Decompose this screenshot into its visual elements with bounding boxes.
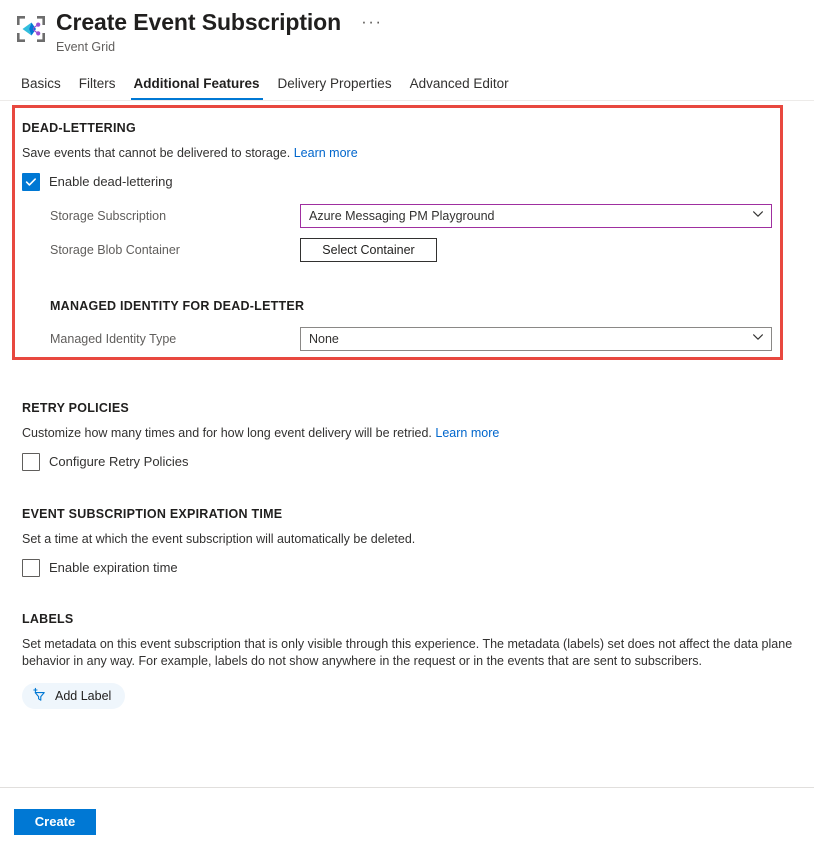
tab-basics[interactable]: Basics xyxy=(12,76,70,100)
tab-advanced-editor[interactable]: Advanced Editor xyxy=(401,76,518,100)
storage-subscription-dropdown[interactable]: Azure Messaging PM Playground xyxy=(300,204,772,228)
page-subtitle: Event Grid xyxy=(56,40,116,54)
tab-additional-features[interactable]: Additional Features xyxy=(125,76,269,100)
add-label-button[interactable]: Add Label xyxy=(22,683,126,709)
managed-identity-section-title: MANAGED IDENTITY FOR DEAD-LETTER xyxy=(50,299,305,313)
select-container-button[interactable]: Select Container xyxy=(300,238,437,262)
expiration-time-description: Set a time at which the event subscripti… xyxy=(22,532,416,546)
labels-title: LABELS xyxy=(22,612,74,626)
header-row: Create Event Subscription ··· Event Grid xyxy=(0,8,814,55)
chevron-down-icon xyxy=(752,207,764,225)
expiration-time-title: EVENT SUBSCRIPTION EXPIRATION TIME xyxy=(22,507,283,521)
dead-lettering-description: Save events that cannot be delivered to … xyxy=(22,145,796,162)
storage-subscription-row: Storage Subscription Azure Messaging PM … xyxy=(22,204,796,228)
dead-lettering-title: DEAD-LETTERING xyxy=(22,121,136,135)
configure-retry-policies-checkbox[interactable] xyxy=(22,453,40,471)
enable-expiration-time-checkbox[interactable] xyxy=(22,559,40,577)
expiration-time-section: EVENT SUBSCRIPTION EXPIRATION TIME Set a… xyxy=(18,506,796,577)
configure-retry-policies-checkbox-row[interactable]: Configure Retry Policies xyxy=(22,453,796,471)
storage-blob-container-row: Storage Blob Container Select Container xyxy=(22,238,796,262)
footer-divider xyxy=(0,787,814,788)
managed-identity-type-row: Managed Identity Type None xyxy=(22,327,796,351)
enable-expiration-time-checkbox-row[interactable]: Enable expiration time xyxy=(22,559,796,577)
create-button[interactable]: Create xyxy=(14,809,96,835)
tab-filters[interactable]: Filters xyxy=(70,76,125,100)
form-content: DEAD-LETTERING Save events that cannot b… xyxy=(0,101,814,709)
dead-lettering-learn-more-link[interactable]: Learn more xyxy=(294,146,358,160)
chevron-down-icon xyxy=(752,330,764,348)
page-title: Create Event Subscription xyxy=(56,9,342,35)
add-filter-icon xyxy=(32,687,47,705)
more-options-button[interactable]: ··· xyxy=(357,13,386,31)
retry-policies-description: Customize how many times and for how lon… xyxy=(22,425,796,442)
tab-bar: Basics Filters Additional Features Deliv… xyxy=(0,69,814,101)
managed-identity-type-dropdown[interactable]: None xyxy=(300,327,772,351)
tab-delivery-properties[interactable]: Delivery Properties xyxy=(269,76,401,100)
title-line: Create Event Subscription ··· xyxy=(56,8,387,36)
enable-expiration-time-label: Enable expiration time xyxy=(49,560,178,575)
configure-retry-policies-label: Configure Retry Policies xyxy=(49,454,189,469)
labels-section: LABELS Set metadata on this event subscr… xyxy=(18,611,796,709)
storage-subscription-value: Azure Messaging PM Playground xyxy=(309,209,495,223)
page-header: Create Event Subscription ··· Event Grid… xyxy=(0,0,814,101)
enable-dead-lettering-checkbox[interactable] xyxy=(22,173,40,191)
managed-identity-type-label: Managed Identity Type xyxy=(50,331,177,346)
add-label-button-text: Add Label xyxy=(55,689,112,703)
retry-policies-title: RETRY POLICIES xyxy=(22,401,129,415)
dead-lettering-description-text: Save events that cannot be delivered to … xyxy=(22,146,291,160)
enable-dead-lettering-checkbox-row[interactable]: Enable dead-lettering xyxy=(22,173,796,191)
storage-subscription-label: Storage Subscription xyxy=(50,208,167,223)
labels-description-line-2: behavior in any way. For example, labels… xyxy=(22,654,702,668)
storage-blob-container-label: Storage Blob Container xyxy=(50,242,180,257)
retry-policies-learn-more-link[interactable]: Learn more xyxy=(435,426,499,440)
enable-dead-lettering-label: Enable dead-lettering xyxy=(49,174,173,189)
retry-policies-description-text: Customize how many times and for how lon… xyxy=(22,426,432,440)
labels-description-line-1: Set metadata on this event subscription … xyxy=(22,637,793,651)
event-grid-icon xyxy=(14,12,48,46)
title-block: Create Event Subscription ··· Event Grid xyxy=(56,8,387,55)
managed-identity-type-value: None xyxy=(309,332,339,346)
dead-lettering-section: DEAD-LETTERING Save events that cannot b… xyxy=(18,101,796,351)
retry-policies-section: RETRY POLICIES Customize how many times … xyxy=(18,400,796,471)
